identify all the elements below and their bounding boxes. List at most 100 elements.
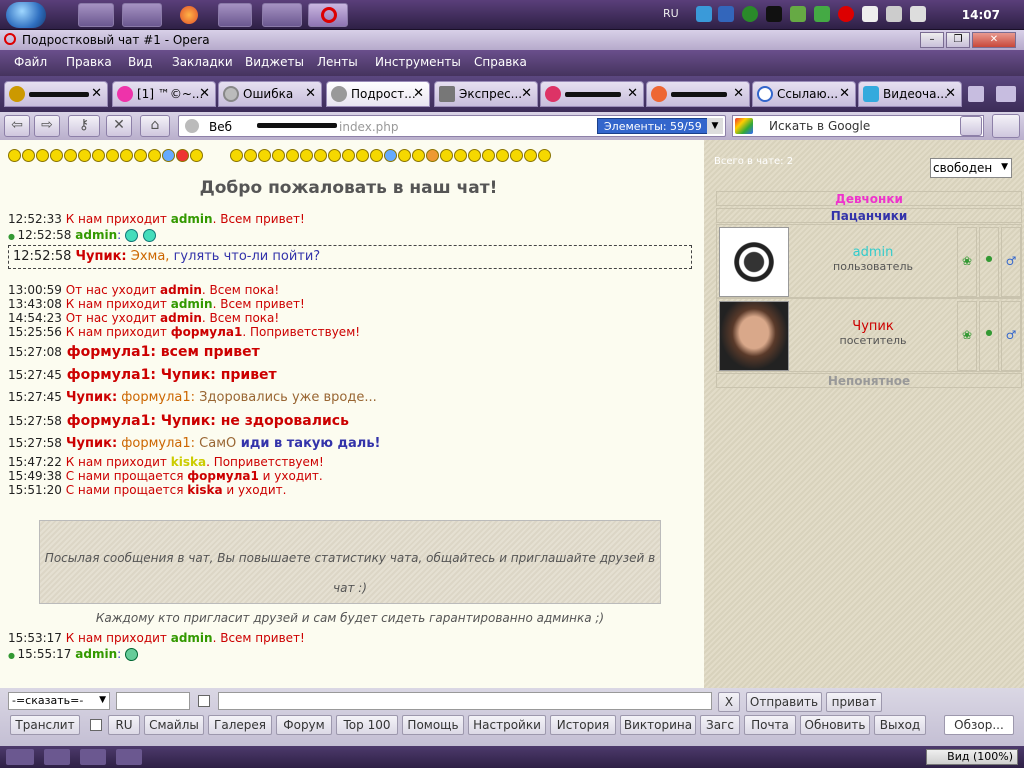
close-button[interactable]: ✕ bbox=[972, 32, 1016, 48]
recipient-input[interactable] bbox=[116, 692, 190, 710]
tab-close-icon[interactable]: ✕ bbox=[413, 86, 424, 101]
tab[interactable]: [1] ™©~... ✕ bbox=[112, 81, 216, 107]
menu-tools[interactable]: Инструменты bbox=[375, 55, 461, 69]
tray-icon[interactable] bbox=[838, 6, 854, 22]
smiley-icon[interactable] bbox=[411, 149, 425, 162]
sync-icon[interactable] bbox=[44, 749, 70, 765]
tab[interactable]: Видеоча... ✕ bbox=[858, 81, 962, 107]
smiley-icon[interactable] bbox=[425, 149, 439, 162]
search-icon[interactable] bbox=[960, 116, 982, 136]
tab-close-icon[interactable]: ✕ bbox=[627, 86, 638, 101]
category-girls[interactable]: Девчонки bbox=[716, 191, 1022, 206]
tray-icon[interactable] bbox=[696, 6, 712, 22]
firefox-icon[interactable] bbox=[180, 6, 198, 24]
smiley-icon[interactable] bbox=[397, 149, 411, 162]
quiz-button[interactable]: Викторина bbox=[620, 715, 696, 735]
clock[interactable]: 14:07 bbox=[962, 8, 1000, 22]
refresh-button[interactable]: Обновить bbox=[800, 715, 870, 735]
tab-close-icon[interactable]: ✕ bbox=[305, 86, 316, 101]
smiley-icon[interactable] bbox=[495, 149, 509, 162]
tab-close-icon[interactable]: ✕ bbox=[521, 86, 532, 101]
avatar[interactable] bbox=[719, 301, 789, 371]
smiley-icon[interactable] bbox=[509, 149, 523, 162]
clear-button[interactable]: X bbox=[718, 692, 740, 712]
tab[interactable]: Ошибка ✕ bbox=[218, 81, 322, 107]
smiley-icon[interactable] bbox=[243, 149, 257, 162]
smiley-icon[interactable] bbox=[341, 149, 355, 162]
home-button[interactable]: ⌂ bbox=[140, 115, 170, 137]
trash-icon[interactable] bbox=[996, 86, 1016, 102]
smiley-icon[interactable] bbox=[285, 149, 299, 162]
opera-taskbar-button[interactable] bbox=[308, 3, 348, 27]
say-select[interactable]: -=сказать=- ▼ bbox=[8, 692, 110, 710]
smiley-icon[interactable] bbox=[481, 149, 495, 162]
smiley-icon[interactable] bbox=[148, 149, 161, 162]
exit-button[interactable]: Выход bbox=[874, 715, 926, 735]
status-select[interactable]: свободен ▼ bbox=[930, 158, 1012, 178]
smiley-icon[interactable] bbox=[537, 149, 551, 162]
turbo-icon[interactable] bbox=[80, 749, 106, 765]
smiley-icon[interactable] bbox=[369, 149, 383, 162]
network-icon[interactable] bbox=[886, 6, 902, 22]
smiley-icon[interactable] bbox=[120, 149, 133, 162]
tray-icon[interactable] bbox=[814, 6, 830, 22]
search-input[interactable]: Искать в Google bbox=[732, 115, 984, 137]
smiley-icon[interactable] bbox=[8, 149, 21, 162]
smiley-icon[interactable] bbox=[299, 149, 313, 162]
menu-view[interactable]: Вид bbox=[128, 55, 152, 69]
tab-menu-icon[interactable] bbox=[968, 86, 984, 102]
chevron-down-icon[interactable]: ▼ bbox=[707, 118, 723, 134]
category-other[interactable]: Непонятное bbox=[716, 373, 1022, 388]
tab[interactable]: Ссылаю... ✕ bbox=[752, 81, 856, 107]
category-boys[interactable]: Пацанчики bbox=[716, 208, 1022, 223]
translit-button[interactable]: Транслит bbox=[10, 715, 80, 735]
registry-button[interactable]: Загс bbox=[700, 715, 740, 735]
smiley-icon[interactable] bbox=[313, 149, 327, 162]
tab[interactable]: ✕ bbox=[540, 81, 644, 107]
user-card[interactable]: Чупик посетитель ❀ ● ♂ bbox=[716, 298, 1022, 372]
stop-button[interactable]: ✕ bbox=[106, 115, 132, 137]
zoom-control[interactable]: Вид (100%) bbox=[926, 749, 1018, 765]
tab-close-icon[interactable]: ✕ bbox=[199, 86, 210, 101]
user-card[interactable]: admin пользователь ❀ ● ♂ bbox=[716, 224, 1022, 298]
smilies-button[interactable]: Смайлы bbox=[144, 715, 204, 735]
smiley-icon[interactable] bbox=[523, 149, 537, 162]
translit-checkbox[interactable] bbox=[90, 719, 102, 731]
smiley-icon[interactable] bbox=[162, 149, 175, 162]
minimize-button[interactable]: – bbox=[920, 32, 944, 48]
panel-toggle-icon[interactable] bbox=[992, 114, 1020, 138]
smiley-icon[interactable] bbox=[229, 149, 243, 162]
menu-file[interactable]: Файл bbox=[14, 55, 47, 69]
user-name[interactable]: Чупик bbox=[793, 319, 953, 334]
tray-icon[interactable] bbox=[742, 6, 758, 22]
volume-icon[interactable] bbox=[910, 6, 926, 22]
google-icon[interactable] bbox=[735, 118, 753, 134]
unite-icon[interactable] bbox=[116, 749, 142, 765]
smiley-icon[interactable] bbox=[327, 149, 341, 162]
smiley-icon[interactable] bbox=[106, 149, 119, 162]
smiley-icon[interactable] bbox=[22, 149, 35, 162]
private-button[interactable]: приват bbox=[826, 692, 882, 712]
smiley-icon[interactable] bbox=[176, 149, 189, 162]
smiley-icon[interactable] bbox=[439, 149, 453, 162]
smiley-icon[interactable] bbox=[453, 149, 467, 162]
menu-feeds[interactable]: Ленты bbox=[317, 55, 358, 69]
tab-close-icon[interactable]: ✕ bbox=[91, 86, 102, 101]
gallery-button[interactable]: Галерея bbox=[208, 715, 272, 735]
smiley-icon[interactable] bbox=[271, 149, 285, 162]
flower-icon[interactable]: ❀ bbox=[957, 227, 977, 297]
tab[interactable]: ✕ bbox=[646, 81, 750, 107]
explorer-taskbar-button[interactable] bbox=[78, 3, 114, 27]
ru-button[interactable]: RU bbox=[108, 715, 140, 735]
avatar[interactable] bbox=[719, 227, 789, 297]
address-bar[interactable]: Веб index.php Элементы: 59/59 ▼ bbox=[178, 115, 726, 137]
smiley-icon[interactable] bbox=[355, 149, 369, 162]
user-name[interactable]: admin bbox=[793, 245, 953, 260]
tray-icon[interactable] bbox=[766, 6, 782, 22]
app2-taskbar-button[interactable] bbox=[262, 3, 302, 27]
tray-icon[interactable] bbox=[790, 6, 806, 22]
menu-edit[interactable]: Правка bbox=[66, 55, 112, 69]
forum-button[interactable]: Форум bbox=[276, 715, 332, 735]
back-button[interactable]: ⇦ bbox=[4, 115, 30, 137]
start-button[interactable] bbox=[6, 2, 46, 28]
